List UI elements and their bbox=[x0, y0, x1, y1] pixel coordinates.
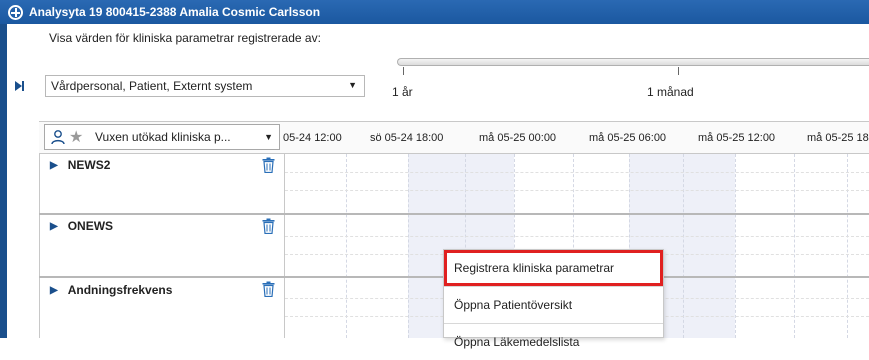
timeline-label: sö 05-24 18:00 bbox=[370, 132, 444, 144]
person-icon[interactable] bbox=[50, 129, 66, 145]
grid-line bbox=[346, 154, 347, 338]
trash-icon[interactable] bbox=[262, 218, 275, 234]
window-title: Analysyta 19 800415-2388 Amalia Cosmic C… bbox=[29, 5, 321, 19]
timeline-label: må 05-25 12:00 bbox=[698, 132, 776, 144]
timescale-slider[interactable] bbox=[397, 58, 869, 66]
parameter-row-onews[interactable]: ▶ ONEWS bbox=[50, 219, 113, 233]
grid-line bbox=[683, 154, 684, 338]
triangle-right-icon[interactable]: ▶ bbox=[50, 285, 58, 296]
menu-item-lakemedelslista[interactable]: Öppna Läkemedelslista bbox=[444, 324, 663, 360]
grid-line bbox=[285, 236, 869, 237]
star-icon[interactable]: ★ bbox=[69, 127, 83, 147]
grid-line bbox=[735, 154, 736, 338]
timescale-tick bbox=[403, 67, 404, 75]
parameter-row-news2[interactable]: ▶ NEWS2 bbox=[50, 158, 110, 172]
template-dropdown[interactable]: ★ Vuxen utökad kliniska p... ▼ bbox=[44, 124, 280, 150]
plus-circle-icon bbox=[8, 4, 23, 20]
triangle-right-icon[interactable]: ▶ bbox=[50, 160, 58, 171]
title-bar: Analysyta 19 800415-2388 Amalia Cosmic C… bbox=[0, 0, 869, 24]
parameter-name: ONEWS bbox=[67, 219, 114, 233]
context-menu: Registrera kliniska parametrar Öppna Pat… bbox=[443, 249, 664, 349]
triangle-right-icon[interactable]: ▶ bbox=[50, 221, 58, 232]
chevron-down-icon: ▼ bbox=[264, 132, 273, 142]
row-separator bbox=[39, 213, 869, 215]
expand-right-icon[interactable] bbox=[12, 79, 26, 93]
timescale-tick-label: 1 månad bbox=[647, 85, 694, 99]
source-dropdown[interactable]: Vårdpersonal, Patient, Externt system ▼ bbox=[45, 75, 365, 97]
parameter-name: Andningsfrekvens bbox=[67, 283, 173, 297]
grid-line bbox=[794, 154, 795, 338]
timeline-label: må 05-25 06:00 bbox=[589, 132, 667, 144]
template-dropdown-value: Vuxen utökad kliniska p... bbox=[95, 130, 231, 144]
timeline-label: må 05-25 18 bbox=[807, 132, 869, 144]
parameter-name: NEWS2 bbox=[67, 158, 111, 172]
grid-line bbox=[408, 154, 409, 338]
parameter-list bbox=[39, 154, 285, 338]
source-dropdown-value: Vårdpersonal, Patient, Externt system bbox=[51, 79, 253, 93]
grid-line bbox=[285, 190, 869, 191]
timescale-tick-label: 1 år bbox=[392, 85, 413, 99]
trash-icon[interactable] bbox=[262, 157, 275, 173]
timeline-label: må 05-25 00:00 bbox=[479, 132, 557, 144]
parameter-row-andningsfrekvens[interactable]: ▶ Andningsfrekvens bbox=[50, 283, 172, 297]
menu-item-registrera[interactable]: Registrera kliniska parametrar bbox=[444, 250, 663, 286]
grid-line bbox=[285, 172, 869, 173]
timescale-tick bbox=[678, 67, 679, 75]
timeline-label: 05-24 12:00 bbox=[283, 132, 342, 144]
menu-item-patientoversikt[interactable]: Öppna Patientöversikt bbox=[444, 287, 663, 323]
chevron-down-icon: ▼ bbox=[348, 80, 357, 90]
grid-line bbox=[847, 154, 848, 338]
trash-icon[interactable] bbox=[262, 281, 275, 297]
filter-label: Visa värden för kliniska parametrar regi… bbox=[49, 31, 321, 45]
